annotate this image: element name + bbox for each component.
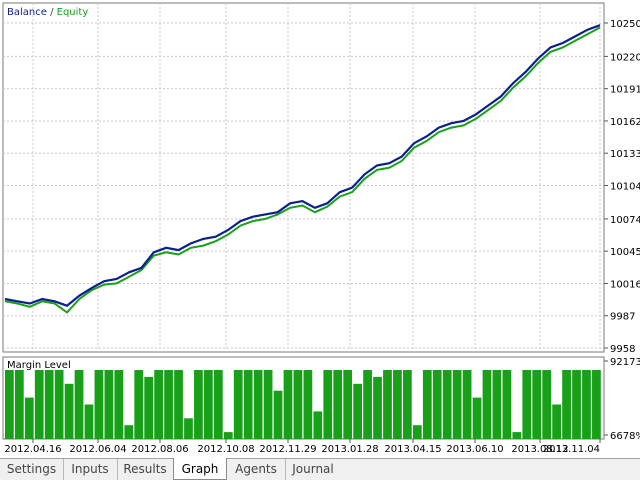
margin-bar [293, 370, 303, 439]
chart-area: 10250 10220 10191 10162 10133 10104 10074 10045… [2, 2, 640, 455]
margin-bar [502, 370, 512, 439]
margin-bar [512, 432, 522, 439]
margin-bar [144, 376, 154, 439]
x-tick-label: 2012.04.16 [4, 444, 61, 455]
margin-bar [542, 370, 552, 439]
margin-bar [154, 370, 163, 439]
y-tick-label: 10074 [610, 215, 640, 226]
margin-bar [134, 370, 144, 439]
margin-bar [44, 370, 54, 439]
margin-bar [184, 418, 193, 439]
margin-bar [213, 370, 223, 439]
margin-bar [383, 370, 392, 439]
margin-bar [243, 370, 253, 439]
margin-bar [263, 370, 273, 439]
margin-bar [34, 370, 44, 439]
main-y-axis: 10250 10220 10191 10162 10133 10104 10074 10045… [604, 19, 640, 355]
margin-bar [482, 370, 492, 439]
margin-bar [492, 370, 502, 439]
y-tick-label: 10220 [610, 52, 640, 63]
x-tick-label: 2013.01.28 [321, 444, 378, 455]
margin-bar [94, 370, 104, 439]
x-tick-label: 2012.10.08 [197, 444, 254, 455]
margin-bar [74, 370, 84, 439]
tab-graph[interactable]: Graph [173, 458, 227, 480]
margin-bar [532, 370, 542, 439]
margin-bar [54, 370, 64, 439]
x-tick-label: 2012.06.04 [69, 444, 126, 455]
tab-journal[interactable]: Journal [285, 459, 341, 480]
tab-results[interactable]: Results [117, 459, 173, 480]
margin-bar [303, 370, 313, 439]
margin-bar [403, 370, 412, 439]
margin-tick-label: 92173% [610, 357, 640, 368]
margin-bar [194, 370, 203, 439]
y-tick-label: 9958 [610, 344, 635, 355]
x-axis: 2012.04.16 2012.06.04 2012.08.06 2012.10.08… [4, 439, 601, 455]
margin-bar [452, 370, 462, 439]
margin-bar [373, 376, 382, 439]
margin-bar [432, 370, 442, 439]
margin-bar [462, 370, 472, 439]
margin-tick-label: 6678% [610, 431, 640, 442]
margin-bar [283, 370, 293, 439]
y-tick-label: 10045 [610, 247, 640, 258]
y-tick-label: 9987 [610, 312, 635, 323]
legend-equity: Equity [57, 7, 89, 18]
margin-bar [572, 370, 581, 439]
y-tick-label: 10250 [610, 19, 640, 30]
x-tick-label: 2013.11.04 [543, 444, 600, 455]
margin-y-axis: 92173% 6678% [604, 357, 640, 442]
legend-separator: / [47, 7, 57, 18]
margin-bar [472, 397, 482, 439]
margin-bar [323, 370, 333, 439]
margin-bar [422, 370, 432, 439]
margin-bar [393, 370, 402, 439]
main-plot-frame [2, 2, 605, 353]
tab-bar: Settings Inputs Results Graph Agents Jou… [0, 458, 640, 480]
margin-bar [164, 370, 173, 439]
margin-bar [363, 370, 372, 439]
margin-bar [124, 425, 134, 439]
margin-bar [353, 383, 362, 439]
margin-bar [273, 390, 283, 439]
margin-bar [412, 425, 422, 439]
margin-bar [582, 370, 591, 439]
x-tick-label: 2013.04.15 [384, 444, 441, 455]
margin-bar [552, 404, 561, 439]
margin-bar [592, 370, 601, 439]
margin-bar [14, 370, 24, 439]
legend-balance: Balance [7, 7, 47, 18]
y-tick-label: 10133 [610, 149, 640, 160]
y-tick-label: 10104 [610, 182, 640, 193]
margin-bar [84, 404, 94, 439]
margin-bar [5, 370, 14, 439]
margin-bar [343, 370, 353, 439]
x-tick-label: 2013.06.10 [446, 444, 503, 455]
margin-bar [442, 370, 452, 439]
y-tick-label: 10191 [610, 85, 640, 96]
legend: Balance / Equity [7, 7, 88, 18]
margin-bar [104, 370, 114, 439]
margin-bar [562, 370, 571, 439]
margin-bar [233, 370, 243, 439]
margin-bar [174, 370, 183, 439]
margin-bar [223, 432, 233, 439]
y-tick-label: 10162 [610, 117, 640, 128]
margin-bar [114, 370, 124, 439]
tab-settings[interactable]: Settings [0, 459, 64, 480]
x-tick-label: 2012.11.29 [259, 444, 316, 455]
margin-bar [24, 397, 34, 439]
margin-bar [253, 370, 263, 439]
margin-title: Margin Level [7, 360, 71, 371]
margin-bar [204, 370, 213, 439]
x-tick-label: 2012.08.06 [131, 444, 188, 455]
margin-bar [64, 383, 74, 439]
tab-agents[interactable]: Agents [227, 459, 286, 480]
margin-bar [313, 411, 323, 439]
y-tick-label: 10016 [610, 279, 640, 290]
margin-bar [522, 370, 532, 439]
tab-inputs[interactable]: Inputs [63, 459, 118, 480]
margin-bar [333, 370, 343, 439]
